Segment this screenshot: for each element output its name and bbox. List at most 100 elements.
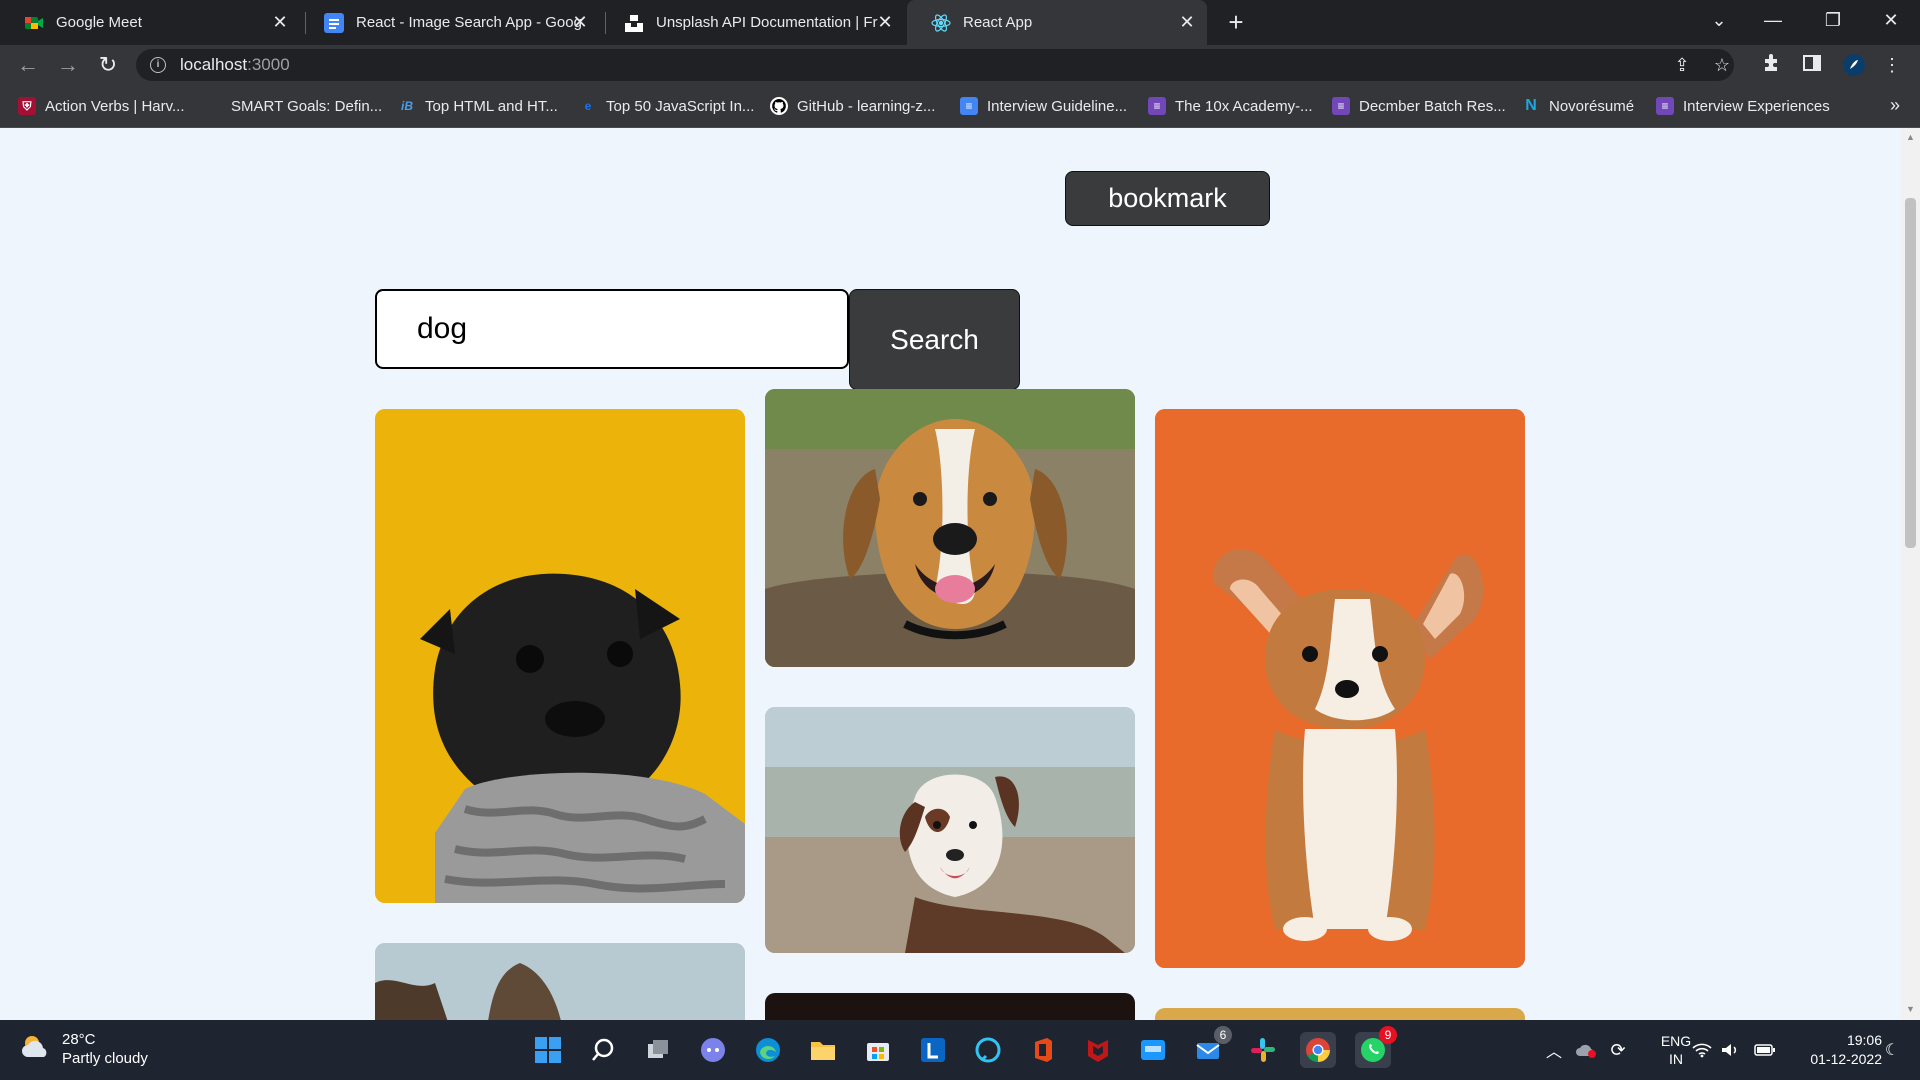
bookmark-item[interactable]: SMART Goals: Defin...	[204, 85, 382, 127]
close-tab-icon[interactable]: ✕	[570, 12, 590, 32]
bookmark-label: GitHub - learning-z...	[797, 97, 936, 115]
mail-badge: 6	[1214, 1026, 1232, 1044]
side-panel-icon[interactable]	[1800, 53, 1824, 77]
clock[interactable]: 19:06 01-12-2022	[1782, 1020, 1882, 1080]
menu-icon[interactable]: ⋮	[1880, 53, 1904, 77]
page-scrollbar[interactable]: ▲ ▼	[1901, 128, 1920, 1020]
bookmark-button[interactable]: bookmark	[1065, 171, 1270, 226]
file-explorer-icon[interactable]	[805, 1032, 841, 1068]
novoresume-icon: N	[1525, 97, 1537, 114]
search-button[interactable]: Search	[849, 289, 1020, 390]
bookmark-label: Interview Experiences	[1683, 97, 1830, 115]
trees-photo	[375, 943, 745, 1020]
bookmark-item[interactable]: ≡ Interview Experiences	[1656, 85, 1830, 127]
site-info-icon[interactable]: i	[150, 57, 166, 73]
teams-chat-icon[interactable]	[695, 1032, 731, 1068]
minimize-button[interactable]: —	[1750, 0, 1796, 40]
volume-icon[interactable]	[1718, 1020, 1742, 1080]
chrome-icon[interactable]	[1300, 1032, 1336, 1068]
sync-icon[interactable]: ⟳	[1604, 1020, 1632, 1080]
battery-icon[interactable]	[1752, 1020, 1778, 1080]
whatsapp-icon[interactable]: 9	[1355, 1026, 1397, 1068]
weather-widget[interactable]: 28°C Partly cloudy	[20, 1030, 148, 1068]
interviewbit-icon: iB	[401, 99, 413, 113]
back-icon[interactable]: ←	[14, 51, 42, 79]
restore-button[interactable]: ❐	[1810, 0, 1856, 40]
windows-start-icon[interactable]	[530, 1032, 566, 1068]
share-icon[interactable]: ⇪	[1670, 53, 1694, 77]
url-port: :3000	[247, 55, 290, 74]
close-tab-icon[interactable]: ✕	[1177, 12, 1197, 32]
more-bookmarks-icon[interactable]: »	[1890, 95, 1900, 116]
bookmark-item[interactable]: iB Top HTML and HT...	[398, 85, 558, 127]
onedrive-icon[interactable]	[1572, 1020, 1600, 1080]
microsoft-store-icon[interactable]	[860, 1032, 896, 1068]
search-icon[interactable]	[585, 1032, 621, 1068]
tab-unsplash-docs[interactable]: Unsplash API Documentation | Fr ✕	[600, 0, 905, 45]
edge-icon[interactable]	[750, 1032, 786, 1068]
bookmark-item[interactable]: ≡ Interview Guideline...	[960, 85, 1127, 127]
alexa-icon[interactable]	[970, 1032, 1006, 1068]
bookmark-label: The 10x Academy-...	[1175, 97, 1313, 115]
tab-react-image-search[interactable]: React - Image Search App - Goog ✕	[300, 0, 600, 45]
mcafee-icon[interactable]	[1080, 1032, 1116, 1068]
linkedin-learning-icon[interactable]	[915, 1032, 951, 1068]
google-meet-icon	[24, 13, 44, 33]
image-result-pug[interactable]	[375, 409, 745, 903]
prime-video-icon[interactable]	[1135, 1032, 1171, 1068]
bookmark-label: Top 50 JavaScript In...	[606, 97, 755, 115]
office-icon[interactable]	[1025, 1032, 1061, 1068]
close-tab-icon[interactable]: ✕	[270, 12, 290, 32]
profile-avatar[interactable]	[1842, 53, 1866, 77]
edureka-icon: e	[584, 99, 592, 113]
notifications-icon[interactable]: ☾	[1880, 1020, 1904, 1080]
slack-icon[interactable]	[1245, 1032, 1281, 1068]
image-result-dark[interactable]	[765, 993, 1135, 1020]
tab-title: Unsplash API Documentation | Fr	[656, 14, 878, 31]
github-icon	[770, 97, 788, 115]
image-result-golden[interactable]	[1155, 1008, 1525, 1020]
bookmark-label: Action Verbs | Harv...	[45, 97, 185, 115]
bookmark-item[interactable]: ≡ The 10x Academy-...	[1148, 85, 1313, 127]
bookmark-item[interactable]: ⛨ Action Verbs | Harv...	[18, 85, 185, 127]
image-result-beagle[interactable]	[765, 389, 1135, 667]
bookmark-label: Interview Guideline...	[987, 97, 1128, 115]
scrollbar-thumb[interactable]	[1905, 198, 1916, 548]
close-window-button[interactable]: ✕	[1868, 0, 1914, 40]
scroll-up-icon[interactable]: ▲	[1905, 132, 1916, 144]
react-icon	[931, 13, 951, 33]
address-bar[interactable]: i localhost:3000	[136, 49, 1734, 81]
chevron-up-icon[interactable]: ︿	[1542, 1020, 1566, 1080]
close-tab-icon[interactable]: ✕	[875, 12, 895, 32]
reload-icon[interactable]: ↻	[94, 51, 122, 79]
tab-title: React - Image Search App - Goog	[356, 14, 581, 31]
star-icon[interactable]: ☆	[1710, 53, 1734, 77]
windows-taskbar: 28°C Partly cloudy 6 9 ︿ ⟳ ENG IN 19:06 …	[0, 1020, 1920, 1080]
tab-google-meet[interactable]: Google Meet ✕	[0, 0, 300, 45]
google-docs-icon	[324, 12, 344, 33]
unsplash-icon	[624, 13, 644, 33]
bookmark-item[interactable]: ≡ Decmber Batch Res...	[1332, 85, 1506, 127]
bookmark-item[interactable]: e Top 50 JavaScript In...	[579, 85, 755, 127]
clock-time: 19:06	[1846, 1032, 1882, 1048]
image-result-trees[interactable]	[375, 943, 745, 1020]
mail-icon[interactable]: 6	[1190, 1026, 1232, 1068]
bookmark-item[interactable]: GitHub - learning-z...	[770, 85, 935, 127]
tab-title: React App	[963, 14, 1033, 31]
new-tab-button[interactable]: +	[1222, 8, 1250, 36]
task-view-icon[interactable]	[640, 1032, 676, 1068]
search-input[interactable]	[375, 289, 849, 369]
extensions-icon[interactable]	[1760, 53, 1784, 77]
bookmark-item[interactable]: N Novorésumé	[1522, 85, 1634, 127]
bookmark-label: Top HTML and HT...	[425, 97, 558, 115]
forward-icon[interactable]: →	[54, 51, 82, 79]
tab-react-app[interactable]: React App ✕	[907, 0, 1207, 45]
weather-condition: Partly cloudy	[62, 1050, 148, 1067]
tab-search-icon[interactable]: ⌄	[1696, 0, 1742, 40]
page-content: bookmark Search	[0, 128, 1901, 1020]
image-result-shepherd[interactable]	[765, 707, 1135, 953]
scroll-down-icon[interactable]: ▼	[1905, 1004, 1916, 1016]
clock-date: 01-12-2022	[1810, 1051, 1882, 1067]
wifi-icon[interactable]	[1690, 1020, 1714, 1080]
image-result-corgi[interactable]	[1155, 409, 1525, 968]
